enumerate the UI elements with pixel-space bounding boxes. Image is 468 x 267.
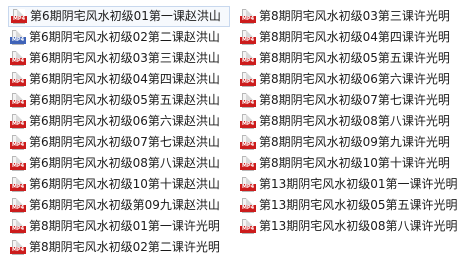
file-name-label: 第8期阴宅风水初级07第七课许光明 [259, 93, 450, 107]
file-item[interactable]: MP4 第6期阴宅风水初级10第十课赵洪山 [8, 174, 230, 195]
mp4-file-icon: MP4 [240, 218, 256, 235]
mp4-file-icon: MP4 [10, 71, 26, 88]
mp4-file-icon: MP4 [240, 8, 256, 25]
file-name-label: 第6期阴宅风水初级01第一课赵洪山 [30, 9, 221, 23]
file-item[interactable]: MP4 第6期阴宅风水初级05第五课赵洪山 [8, 90, 230, 111]
file-name-label: 第6期阴宅风水初级08第八课赵洪山 [29, 156, 220, 170]
mp4-file-icon: MP4 [10, 197, 26, 214]
file-name-label: 第6期阴宅风水初级02第二课赵洪山 [29, 30, 220, 44]
file-name-label: 第13期阴宅风水初级08第八课许光明 [259, 219, 458, 233]
mp4-file-icon: MP4 [10, 239, 26, 256]
mp4-file-icon: MP4 [240, 92, 256, 109]
file-item[interactable]: MP4 第8期阴宅风水初级07第七课许光明 [238, 90, 460, 111]
file-item[interactable]: MP4 第8期阴宅风水初级10第十课许光明 [238, 153, 460, 174]
file-item[interactable]: MP4 第6期阴宅风水初级03第三课赵洪山 [8, 48, 230, 69]
file-name-label: 第8期阴宅风水初级04第四课许光明 [259, 30, 450, 44]
file-item[interactable]: MP4 第8期阴宅风水初级09第九课许光明 [238, 132, 460, 153]
mp4-file-icon: MP4 [10, 29, 26, 46]
mp4-file-icon: MP4 [240, 113, 256, 130]
mp4-file-icon: MP4 [240, 50, 256, 67]
file-item[interactable]: MP4 第6期阴宅风水初级01第一课赵洪山 [8, 6, 230, 27]
file-name-label: 第8期阴宅风水初级06第六课许光明 [259, 72, 450, 86]
mp4-file-icon: MP4 [240, 176, 256, 193]
file-name-label: 第8期阴宅风水初级03第三课许光明 [259, 9, 450, 23]
file-name-label: 第6期阴宅风水初级06第六课赵洪山 [29, 114, 220, 128]
file-item[interactable]: MP4 第8期阴宅风水初级05第五课许光明 [238, 48, 460, 69]
file-item[interactable]: MP4 第6期阴宅风水初级08第八课赵洪山 [8, 153, 230, 174]
file-item[interactable]: MP4 第6期阴宅风水初级02第二课赵洪山 [8, 27, 230, 48]
file-name-label: 第8期阴宅风水初级01第一课许光明 [29, 219, 220, 233]
file-item[interactable]: MP4 第6期阴宅风水初级第09九课赵洪山 [8, 195, 230, 216]
file-item[interactable]: MP4 第13期阴宅风水初级08第八课许光明 [238, 216, 460, 237]
file-name-label: 第8期阴宅风水初级02第二课许光明 [29, 240, 220, 254]
file-name-label: 第8期阴宅风水初级08第八课许光明 [259, 114, 450, 128]
file-name-label: 第6期阴宅风水初级10第十课赵洪山 [29, 177, 220, 191]
file-name-label: 第8期阴宅风水初级10第十课许光明 [259, 156, 450, 170]
file-item[interactable]: MP4 第6期阴宅风水初级04第四课赵洪山 [8, 69, 230, 90]
mp4-file-icon: MP4 [240, 197, 256, 214]
file-item[interactable]: MP4 第8期阴宅风水初级03第三课许光明 [238, 6, 460, 27]
file-item[interactable]: MP4 第8期阴宅风水初级06第六课许光明 [238, 69, 460, 90]
mp4-file-icon: MP4 [240, 29, 256, 46]
file-name-label: 第6期阴宅风水初级05第五课赵洪山 [29, 93, 220, 107]
file-name-label: 第8期阴宅风水初级09第九课许光明 [259, 135, 450, 149]
mp4-file-icon: MP4 [10, 218, 26, 235]
file-name-label: 第6期阴宅风水初级第09九课赵洪山 [29, 198, 220, 212]
file-name-label: 第13期阴宅风水初级05第五课许光明 [259, 198, 458, 212]
mp4-file-icon: MP4 [11, 8, 27, 25]
file-column-right: MP4 第8期阴宅风水初级03第三课许光明 MP4 第8期阴宅风水初级04第四课许光明… [238, 6, 460, 237]
file-name-label: 第6期阴宅风水初级07第七课赵洪山 [29, 135, 220, 149]
file-item[interactable]: MP4 第6期阴宅风水初级07第七课赵洪山 [8, 132, 230, 153]
file-name-label: 第13期阴宅风水初级01第一课许光明 [259, 177, 458, 191]
file-item[interactable]: MP4 第6期阴宅风水初级06第六课赵洪山 [8, 111, 230, 132]
file-column-left: MP4 第6期阴宅风水初级01第一课赵洪山 MP4 第6期阴宅风水初级02第二课赵洪山… [8, 6, 230, 258]
mp4-file-icon: MP4 [240, 134, 256, 151]
file-item[interactable]: MP4 第13期阴宅风水初级05第五课许光明 [238, 195, 460, 216]
mp4-file-icon: MP4 [10, 134, 26, 151]
file-item[interactable]: MP4 第13期阴宅风水初级01第一课许光明 [238, 174, 460, 195]
file-item[interactable]: MP4 第8期阴宅风水初级01第一课许光明 [8, 216, 230, 237]
file-item[interactable]: MP4 第8期阴宅风水初级02第二课许光明 [8, 237, 230, 258]
mp4-file-icon: MP4 [10, 176, 26, 193]
mp4-file-icon: MP4 [240, 155, 256, 172]
file-name-label: 第6期阴宅风水初级04第四课赵洪山 [29, 72, 220, 86]
file-item[interactable]: MP4 第8期阴宅风水初级08第八课许光明 [238, 111, 460, 132]
file-name-label: 第6期阴宅风水初级03第三课赵洪山 [29, 51, 220, 65]
mp4-file-icon: MP4 [10, 50, 26, 67]
file-item[interactable]: MP4 第8期阴宅风水初级04第四课许光明 [238, 27, 460, 48]
mp4-file-icon: MP4 [10, 113, 26, 130]
mp4-file-icon: MP4 [10, 155, 26, 172]
mp4-file-icon: MP4 [240, 71, 256, 88]
mp4-file-icon: MP4 [10, 92, 26, 109]
file-name-label: 第8期阴宅风水初级05第五课许光明 [259, 51, 450, 65]
